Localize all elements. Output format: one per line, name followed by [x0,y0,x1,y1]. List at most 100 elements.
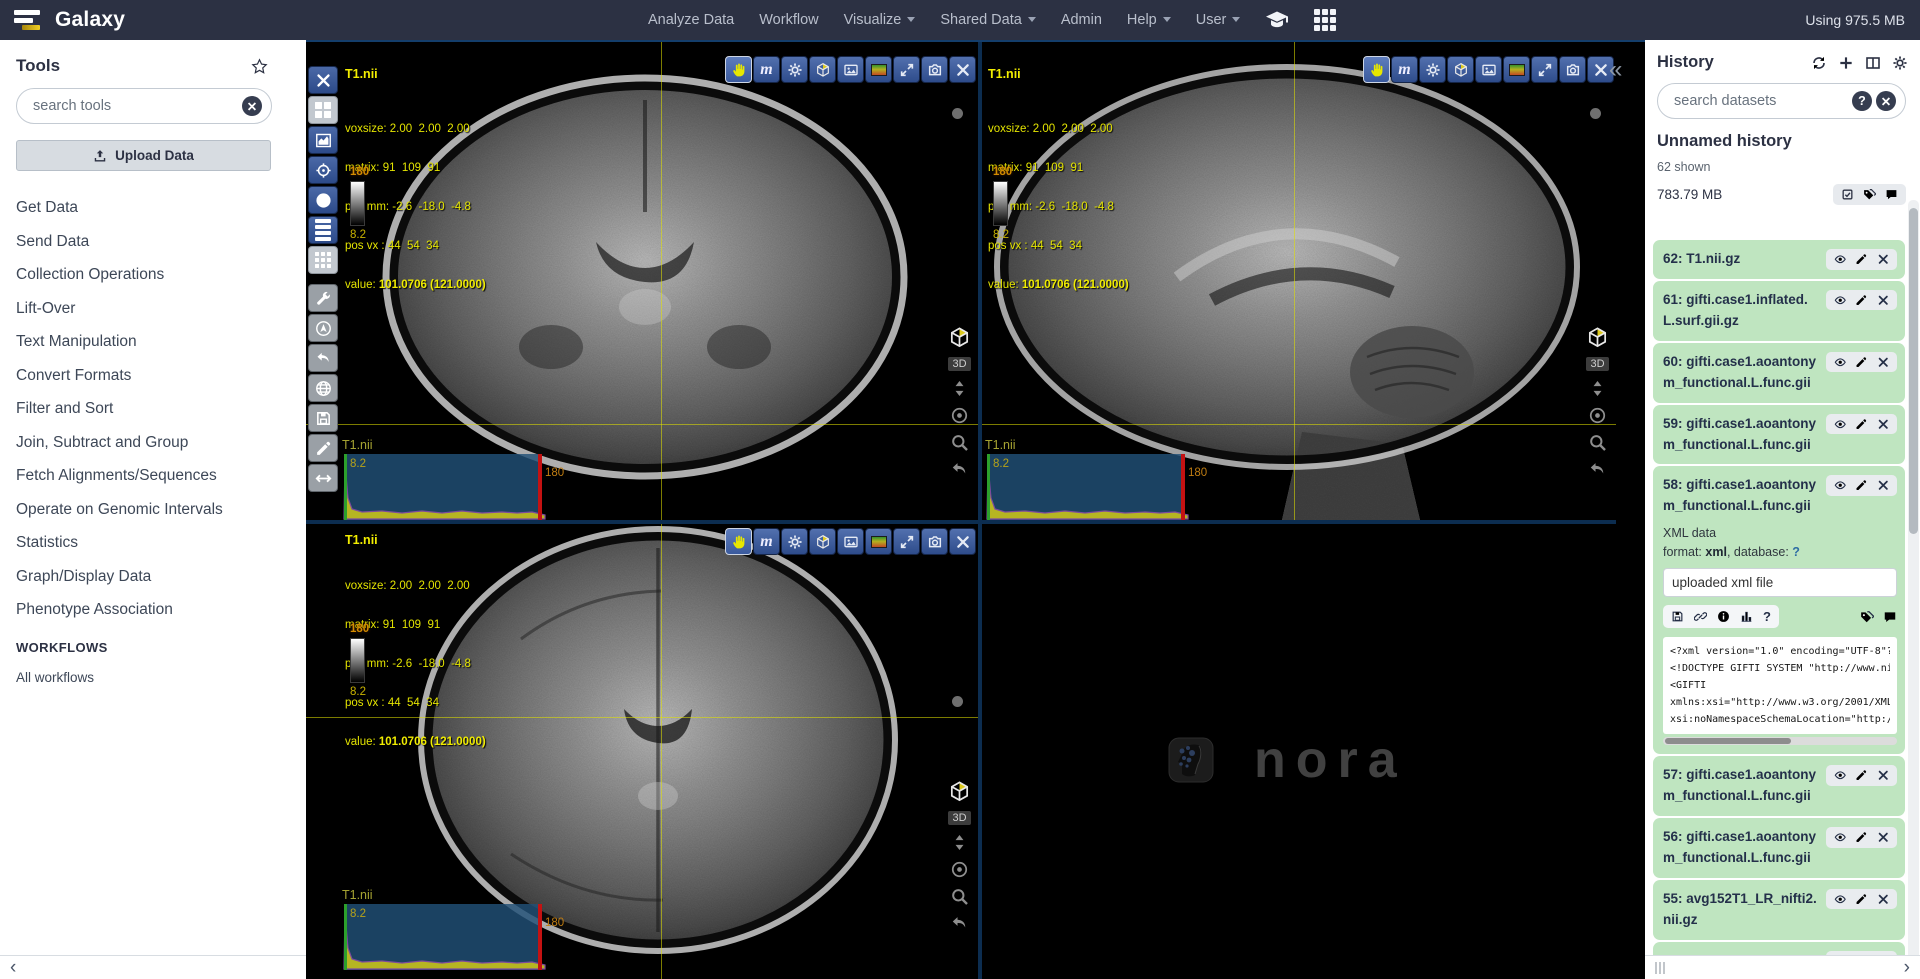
clear-search-icon[interactable]: ✕ [1876,91,1896,111]
slice-updown-icon[interactable] [1588,379,1607,398]
3d-badge[interactable]: 3D [948,357,970,371]
tool-category-send-data[interactable]: Send Data [16,225,306,259]
dataset-label[interactable]: 56: gifti.case1.aoantonym_functional.L.f… [1663,829,1816,865]
slice-view-sagittal[interactable]: T1.nii voxsize: 2.00 2.00 2.00 matrix: 9… [982,42,1616,520]
edit-pencil-icon[interactable] [1855,769,1868,782]
edit-pencil-icon[interactable] [1855,418,1868,431]
center-target-icon[interactable] [1588,406,1607,425]
colormap-button[interactable] [865,528,892,555]
display-eye-icon[interactable] [1834,294,1847,307]
tool-category-get-data[interactable]: Get Data [16,191,306,225]
pan-tool-button[interactable] [1363,56,1390,83]
fullscreen-button[interactable] [1531,56,1558,83]
close-viewer-button[interactable] [308,66,338,94]
dataset-item-59[interactable]: 59: gifti.case1.aoantonym_functional.L.f… [1653,405,1905,465]
screenshot-button[interactable] [1559,56,1586,83]
dataset-item-54[interactable]: 54: avg152T1_RL_nifti2 [1653,942,1905,955]
dataset-info-icon[interactable] [1717,610,1730,623]
crosshair-tool-button[interactable] [308,156,338,184]
edit-pencil-icon[interactable] [1855,356,1868,369]
dataset-item-58-expanded[interactable]: 58: gifti.case1.aoantonym_functional.L.f… [1653,466,1905,754]
menu-user[interactable]: User [1196,12,1241,28]
tool-category-statistics[interactable]: Statistics [16,526,306,560]
dataset-label[interactable]: 59: gifti.case1.aoantonym_functional.L.f… [1663,416,1816,452]
tool-category-filter-and-sort[interactable]: Filter and Sort [16,392,306,426]
slice-view-coronal[interactable]: T1.nii voxsize: 2.00 2.00 2.00 matrix: 9… [306,42,978,520]
edit-pencil-icon[interactable] [1855,893,1868,906]
dataset-item-61[interactable]: 61: gifti.case1.inflated.L.surf.gii.gz [1653,281,1905,341]
galaxy-brand[interactable]: Galaxy [14,8,125,32]
colormap-button[interactable] [1503,56,1530,83]
panel-settings-button[interactable] [1419,56,1446,83]
crosshair-vertical[interactable] [661,524,662,979]
edit-pencil-icon[interactable] [1855,253,1868,266]
info-tool-button[interactable] [308,186,338,214]
favorites-star-icon[interactable] [251,58,268,75]
display-eye-icon[interactable] [1834,356,1847,369]
help-question-icon[interactable]: ? [1763,609,1771,624]
layout-2x2-button[interactable] [308,96,338,124]
dataset-label[interactable]: 61: gifti.case1.inflated.L.surf.gii.gz [1663,292,1808,328]
all-workflows-link[interactable]: All workflows [16,670,306,685]
edit-pencil-icon[interactable] [1855,831,1868,844]
histogram-max-line[interactable] [538,904,542,970]
overlay-image-button[interactable] [837,56,864,83]
copy-link-icon[interactable] [1694,610,1707,623]
display-eye-icon[interactable] [1834,418,1847,431]
atlas-globe-button[interactable] [308,374,338,402]
delete-x-icon[interactable] [1877,893,1890,906]
dataset-item-60[interactable]: 60: gifti.case1.aoantonym_functional.L.f… [1653,343,1905,403]
screenshot-button[interactable] [921,528,948,555]
tools-search-input[interactable] [16,88,272,124]
delete-x-icon[interactable] [1877,418,1890,431]
multi-view-columns-icon[interactable] [1865,55,1881,71]
tags-icon[interactable] [1860,610,1874,624]
tool-category-join-subtract-group[interactable]: Join, Subtract and Group [16,426,306,460]
tool-category-genomic-intervals[interactable]: Operate on Genomic Intervals [16,493,306,527]
histogram-min-line[interactable] [344,454,347,520]
display-eye-icon[interactable] [1834,479,1847,492]
cube-3d-icon[interactable] [1586,326,1609,349]
crosshair-vertical[interactable] [661,42,662,520]
dataset-label[interactable]: 58: gifti.case1.aoantonym_functional.L.f… [1663,477,1816,513]
collapse-viewer-button[interactable]: « [1609,58,1622,82]
close-panel-button[interactable] [949,56,976,83]
zoom-magnifier-icon[interactable] [950,887,969,906]
slice-updown-icon[interactable] [950,379,969,398]
dataset-item-56[interactable]: 56: gifti.case1.aoantonym_functional.L.f… [1653,818,1905,878]
histogram-tool-button[interactable] [308,126,338,154]
delete-x-icon[interactable] [1877,831,1890,844]
chevron-left-icon[interactable]: ‹ [10,957,16,979]
overlay-image-button[interactable] [837,528,864,555]
undo-button[interactable] [308,344,338,372]
tool-category-phenotype-association[interactable]: Phenotype Association [16,593,306,627]
display-eye-icon[interactable] [1834,893,1847,906]
reset-undo-icon[interactable] [1588,460,1607,479]
database-value[interactable]: ? [1792,545,1800,559]
3d-badge[interactable]: 3D [1586,357,1608,371]
dataset-peek-xml[interactable]: <?xml version="1.0" encoding="UTF-8"?> <… [1663,637,1897,734]
dataset-item-55[interactable]: 55: avg152T1_LR_nifti2.nii.gz [1653,880,1905,940]
zoom-magnifier-icon[interactable] [950,433,969,452]
edit-pencil-icon[interactable] [1855,294,1868,307]
menu-workflow[interactable]: Workflow [759,12,818,28]
intensity-histogram[interactable]: T1.nii 8.2 180 [342,888,547,970]
peek-horizontal-scrollbar[interactable] [1663,737,1897,745]
fullscreen-button[interactable] [893,528,920,555]
annotation-comment-icon[interactable] [1883,610,1897,624]
intensity-histogram[interactable]: T1.nii 8.2 180 [342,438,547,520]
3d-badge[interactable]: 3D [948,811,970,825]
slice-view-axial[interactable]: T1.nii voxsize: 2.00 2.00 2.00 matrix: 9… [306,524,978,979]
dataset-item-62[interactable]: 62: T1.nii.gz [1653,240,1905,279]
history-name[interactable]: Unnamed history [1657,132,1908,151]
download-save-icon[interactable] [1671,610,1684,623]
search-help-icon[interactable]: ? [1852,91,1872,111]
visualize-chart-icon[interactable] [1740,610,1753,623]
slice-updown-icon[interactable] [950,833,969,852]
reset-undo-icon[interactable] [950,914,969,933]
overlay-image-button[interactable] [1475,56,1502,83]
display-eye-icon[interactable] [1834,831,1847,844]
upload-data-button[interactable]: Upload Data [16,140,271,171]
history-scrollbar[interactable] [1908,200,1919,977]
tools-settings-button[interactable] [308,284,338,312]
